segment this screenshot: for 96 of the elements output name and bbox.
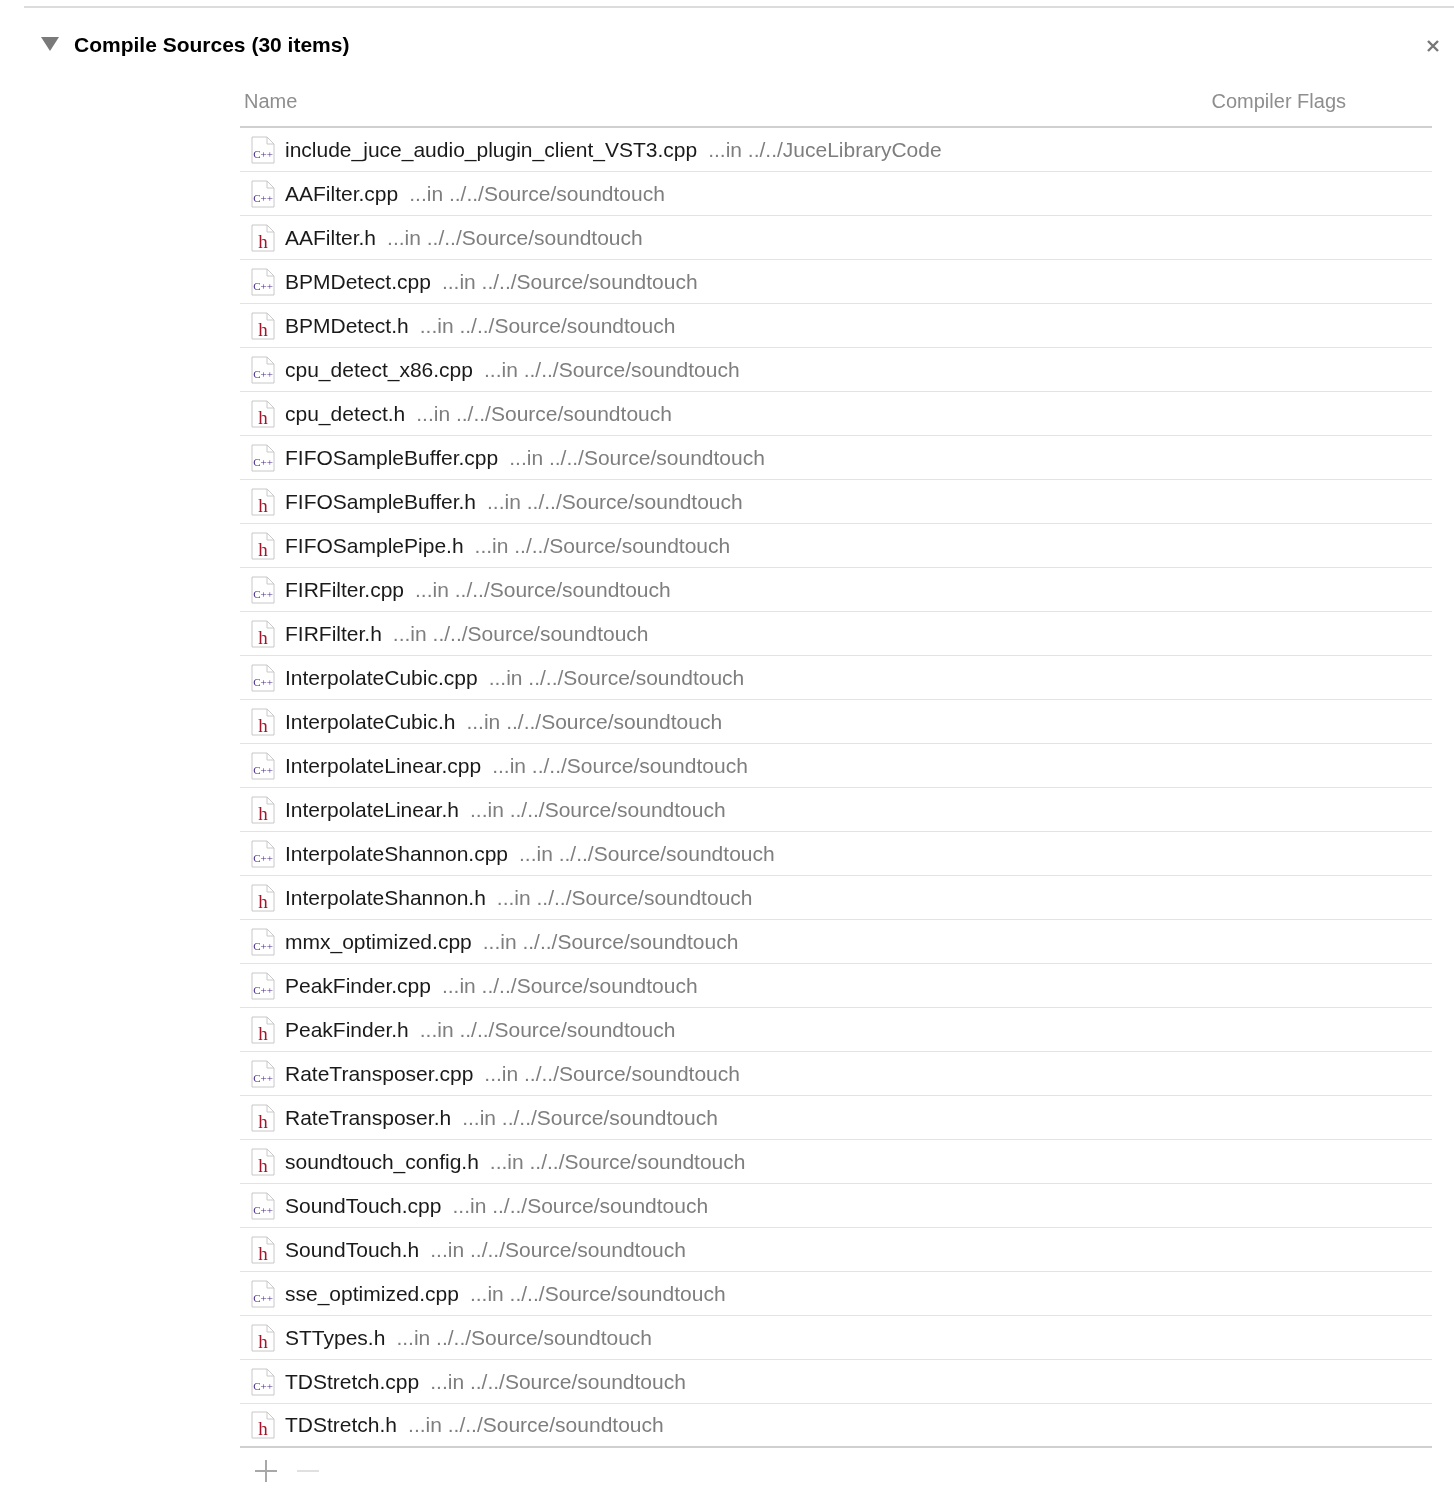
column-header[interactable]: Compiler Flags <box>1211 86 1346 116</box>
file-location: ...in ../../Source/soundtouch <box>452 1192 709 1219</box>
file-location: ...in ../../Source/soundtouch <box>482 928 739 955</box>
file-name: mmx_optimized.cpp <box>285 928 472 956</box>
file-name: InterpolateCubic.h <box>285 708 456 735</box>
section-title: Compile Sources (30 items) <box>74 32 350 59</box>
file-name: RateTransposer.cpp <box>285 1060 474 1087</box>
file-location: ...in ../../Source/soundtouch <box>441 268 698 295</box>
file-location: ...in ../../Source/soundtouch <box>387 224 643 251</box>
file-name: TDStretch.cpp <box>285 1368 420 1395</box>
file-location: ...in ../../Source/soundtouch <box>430 1236 686 1263</box>
file-name: PeakFinder.h <box>285 1016 409 1043</box>
file-icon: C++ <box>251 1059 275 1088</box>
file-location: ...in ../../Source/soundtouch <box>415 576 671 603</box>
file-location: ...in ../../Source/soundtouch <box>462 1104 718 1131</box>
file-location: ...in ../../Source/soundtouch <box>488 664 745 691</box>
file-location: ...in ../../Source/soundtouch <box>416 400 672 427</box>
file-icon: h <box>251 223 275 252</box>
file-location: ...in ../../Source/soundtouch <box>469 796 726 823</box>
file-icon: h <box>251 1103 275 1132</box>
file-location: ...in ../../Source/soundtouch <box>484 1060 740 1087</box>
file-icon: C++ <box>251 575 275 604</box>
file-name: FIRFilter.h <box>285 620 382 647</box>
column-header[interactable]: Name <box>244 86 298 116</box>
file-icon: h <box>251 1411 275 1439</box>
file-icon: h <box>251 399 275 428</box>
file-icon: C++ <box>251 927 275 956</box>
file-icon: h <box>251 487 275 516</box>
file-name: BPMDetect.h <box>285 312 409 339</box>
file-location: ...in ../../Source/soundtouch <box>396 1324 653 1351</box>
file-name: AAFilter.cpp <box>285 180 399 207</box>
file-icon: C++ <box>251 443 275 472</box>
file-icon: h <box>251 311 275 340</box>
file-location: ...in ../../Source/soundtouch <box>466 708 723 735</box>
file-icon: h <box>251 1235 275 1264</box>
file-name: soundtouch_config.h <box>285 1148 479 1176</box>
file-location: ...in ../../Source/soundtouch <box>441 972 698 999</box>
close-icon <box>1426 38 1440 53</box>
file-name: FIFOSamplePipe.h <box>285 532 464 559</box>
file-icon: h <box>251 1015 275 1044</box>
file-icon: h <box>251 619 275 648</box>
file-icon: C++ <box>251 839 275 868</box>
file-name: PeakFinder.cpp <box>285 972 431 999</box>
file-name: InterpolateLinear.cpp <box>285 752 482 779</box>
file-location: ...in ../../Source/soundtouch <box>430 1368 686 1395</box>
file-location: ...in ../../Source/soundtouch <box>474 532 731 559</box>
file-name: SoundTouch.h <box>285 1236 420 1263</box>
file-name: InterpolateShannon.cpp <box>285 840 508 867</box>
file-name: cpu_detect_x86.cpp <box>285 356 473 384</box>
file-name: InterpolateCubic.cpp <box>285 664 478 691</box>
file-name: InterpolateLinear.h <box>285 796 459 823</box>
file-icon: h <box>251 1147 275 1176</box>
file-location: ...in ../../Source/soundtouch <box>409 180 665 207</box>
file-icon: C++ <box>251 1367 275 1396</box>
file-location: ...in ../../Source/soundtouch <box>492 752 748 779</box>
file-location: ...in ../../Source/soundtouch <box>509 444 765 471</box>
file-name: include_juce_audio_plugin_client_VST3.cpp <box>285 136 698 164</box>
file-icon: h <box>251 883 275 912</box>
file-name: cpu_detect.h <box>285 400 406 428</box>
file-location: ...in ../../Source/soundtouch <box>392 620 649 647</box>
file-location: ...in ../../JuceLibraryCode <box>708 136 942 163</box>
file-location: ...in ../../Source/soundtouch <box>496 884 753 911</box>
file-name: SoundTouch.cpp <box>285 1192 442 1219</box>
file-location: ...in ../../Source/soundtouch <box>487 488 743 515</box>
file-location: ...in ../../Source/soundtouch <box>484 356 740 383</box>
file-location: ...in ../../Source/soundtouch <box>469 1280 726 1307</box>
file-location: ...in ../../Source/soundtouch <box>519 840 775 867</box>
file-icon: C++ <box>251 267 275 296</box>
file-icon: h <box>251 531 275 560</box>
file-location: ...in ../../Source/soundtouch <box>489 1148 746 1175</box>
file-icon: h <box>251 1323 275 1352</box>
file-name: RateTransposer.h <box>285 1104 452 1131</box>
expanded-triangle-icon <box>41 36 59 51</box>
file-name: FIFOSampleBuffer.cpp <box>285 444 499 471</box>
file-icon: C++ <box>251 135 275 164</box>
file-icon: C++ <box>251 355 275 384</box>
file-name: STTypes.h <box>285 1324 386 1351</box>
file-icon: C++ <box>251 1191 275 1220</box>
file-location: ...in ../../Source/soundtouch <box>408 1412 664 1439</box>
file-icon: C++ <box>251 971 275 1000</box>
file-location: ...in ../../Source/soundtouch <box>419 312 676 339</box>
file-name: sse_optimized.cpp <box>285 1280 459 1308</box>
file-icon: C++ <box>251 1279 275 1308</box>
file-icon: C++ <box>251 663 275 692</box>
file-icon: C++ <box>251 751 275 780</box>
file-icon: C++ <box>251 179 275 208</box>
file-name: InterpolateShannon.h <box>285 884 486 911</box>
file-name: AAFilter.h <box>285 224 377 251</box>
file-icon: h <box>251 795 275 824</box>
file-location: ...in ../../Source/soundtouch <box>419 1016 676 1043</box>
file-name: BPMDetect.cpp <box>285 268 431 295</box>
add-icon <box>254 1458 278 1483</box>
file-name: FIFOSampleBuffer.h <box>285 488 477 515</box>
file-name: FIRFilter.cpp <box>285 576 405 603</box>
file-name: TDStretch.h <box>285 1412 398 1439</box>
file-icon: h <box>251 707 275 736</box>
